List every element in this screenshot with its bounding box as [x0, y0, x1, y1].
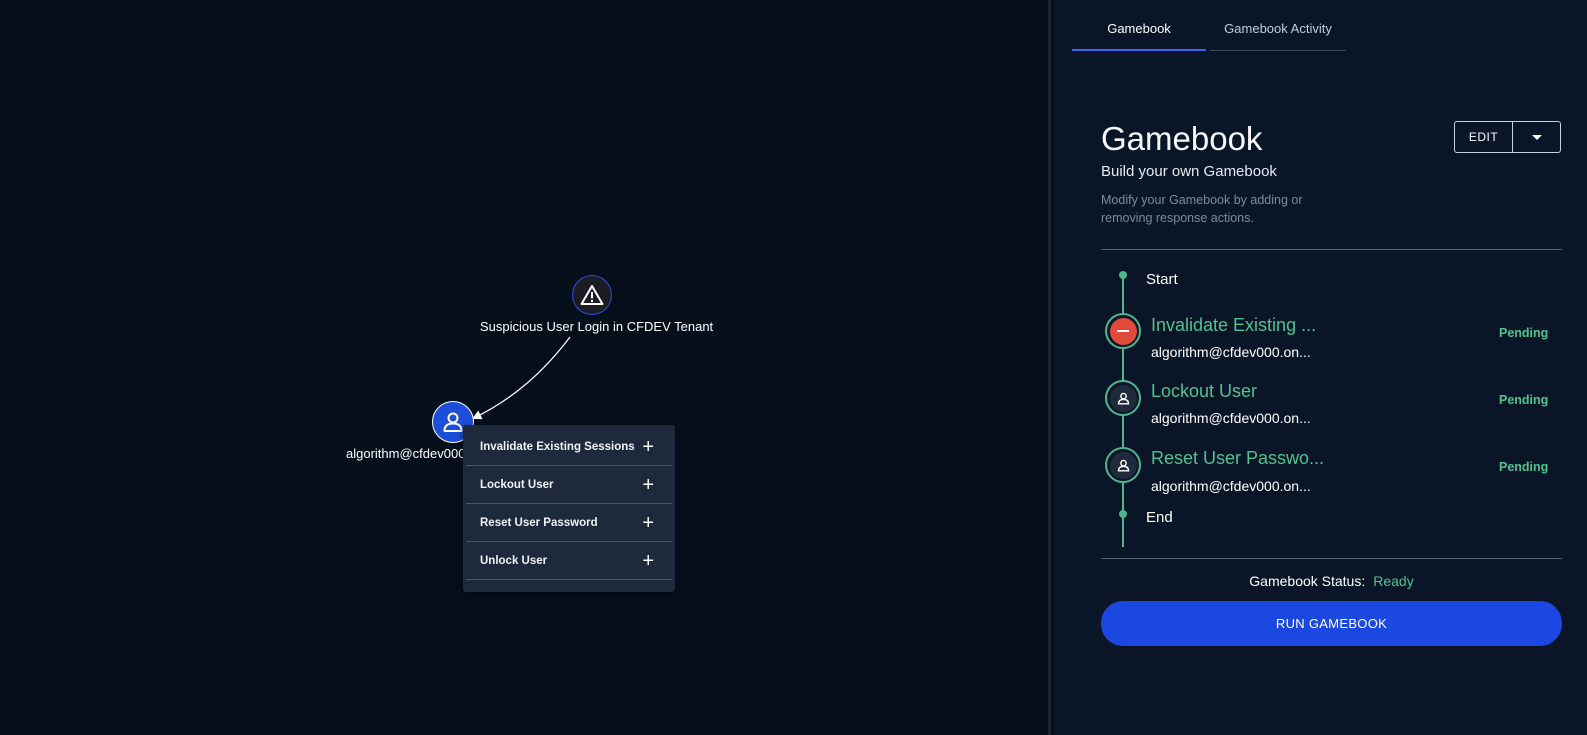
step-title[interactable]: Reset User Passwo...	[1151, 448, 1324, 469]
plus-icon[interactable]: +	[642, 513, 654, 533]
tab-gamebook[interactable]: Gamebook	[1072, 14, 1206, 51]
menu-item-unlock-user[interactable]: Unlock User +	[466, 542, 672, 580]
graph-canvas[interactable]: Suspicious User Login in CFDEV Tenant al…	[0, 0, 1051, 735]
minus-icon	[1117, 330, 1129, 332]
plus-icon[interactable]: +	[642, 437, 654, 457]
run-gamebook-button[interactable]: RUN GAMEBOOK	[1101, 601, 1562, 646]
graph-edge	[471, 336, 571, 420]
edit-dropdown-button[interactable]	[1513, 122, 1560, 152]
page-subtitle: Build your own Gamebook	[1101, 163, 1277, 180]
step-icon-lockout[interactable]	[1105, 380, 1141, 416]
warning-icon	[580, 285, 604, 305]
edit-button[interactable]: EDIT	[1455, 122, 1513, 152]
plus-icon[interactable]: +	[642, 475, 654, 495]
user-icon	[443, 412, 463, 432]
menu-item-label: Reset User Password	[480, 516, 598, 529]
status-badge: Pending	[1499, 393, 1549, 407]
user-icon	[1117, 459, 1129, 472]
alert-node[interactable]	[572, 275, 612, 315]
status-badge: Pending	[1499, 460, 1549, 474]
gamebook-panel: Gamebook Gamebook Activity Gamebook Buil…	[1054, 0, 1587, 735]
divider	[1101, 558, 1562, 559]
timeline-end-dot	[1119, 510, 1127, 518]
user-icon	[1117, 392, 1129, 405]
menu-item-label: Unlock User	[480, 554, 548, 567]
menu-item-label: Lockout User	[480, 478, 554, 491]
gamebook-status: Gamebook Status: Ready	[1101, 573, 1562, 589]
status-badge: Pending	[1499, 326, 1549, 340]
step-target: algorithm@cfdev000.on...	[1151, 478, 1311, 494]
menu-item-invalidate-sessions[interactable]: Invalidate Existing Sessions +	[466, 428, 672, 466]
step-icon-reset-password[interactable]	[1105, 447, 1141, 483]
timeline-start-label: Start	[1146, 271, 1178, 288]
gamebook-status-value: Ready	[1373, 573, 1414, 589]
gamebook-status-label: Gamebook Status:	[1249, 573, 1366, 589]
page-description: Modify your Gamebook by adding or removi…	[1101, 193, 1303, 225]
step-title[interactable]: Lockout User	[1151, 381, 1257, 402]
tab-gamebook-activity[interactable]: Gamebook Activity	[1210, 14, 1346, 51]
step-icon-invalidate[interactable]	[1105, 313, 1141, 349]
panel-tabs: Gamebook Gamebook Activity	[1072, 14, 1350, 51]
action-context-menu: Invalidate Existing Sessions + Lockout U…	[463, 425, 675, 592]
timeline-end-label: End	[1146, 509, 1173, 526]
divider	[1101, 249, 1562, 250]
user-node-label: algorithm@cfdev000	[346, 446, 466, 461]
menu-item-lockout-user[interactable]: Lockout User +	[466, 466, 672, 504]
menu-item-reset-password[interactable]: Reset User Password +	[466, 504, 672, 542]
menu-item-label: Invalidate Existing Sessions	[480, 440, 635, 453]
page-title: Gamebook	[1101, 120, 1263, 157]
edit-split-button: EDIT	[1454, 121, 1561, 153]
alert-node-label: Suspicious User Login in CFDEV Tenant	[480, 319, 714, 334]
plus-icon[interactable]: +	[642, 551, 654, 571]
step-title[interactable]: Invalidate Existing ...	[1151, 315, 1316, 336]
step-target: algorithm@cfdev000.on...	[1151, 410, 1311, 426]
chevron-down-icon	[1531, 134, 1542, 140]
step-target: algorithm@cfdev000.on...	[1151, 344, 1311, 360]
timeline-start-dot	[1119, 271, 1127, 279]
